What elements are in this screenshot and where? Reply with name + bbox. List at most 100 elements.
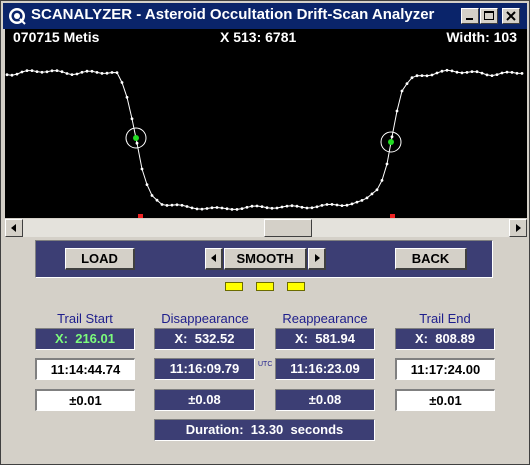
disappearance-time: 11:16:09.79 bbox=[154, 358, 255, 380]
duration-readout: Duration: 13.30 seconds bbox=[154, 419, 375, 441]
light-curve-sample bbox=[60, 70, 64, 74]
light-curve-sample bbox=[285, 204, 289, 208]
light-curve-sample bbox=[165, 204, 169, 207]
light-curve-sample bbox=[205, 207, 209, 210]
light-curve-sample bbox=[185, 205, 189, 208]
light-curve-sample bbox=[435, 71, 439, 75]
trail-start-error: ±0.01 bbox=[35, 389, 135, 411]
horizontal-scrollbar[interactable] bbox=[5, 219, 527, 237]
light-curve-sample bbox=[240, 207, 244, 211]
disappearance-heading: Disappearance bbox=[161, 311, 249, 326]
light-curve-sample bbox=[410, 76, 414, 80]
light-curve-sample bbox=[245, 205, 249, 209]
light-curve-sample bbox=[520, 72, 524, 75]
light-curve-sample bbox=[100, 72, 104, 75]
light-curve-sample bbox=[150, 194, 154, 197]
light-curve-sample bbox=[510, 71, 514, 74]
maximize-button[interactable] bbox=[480, 8, 498, 24]
disappearance-marker[interactable] bbox=[133, 135, 139, 141]
light-curve-sample bbox=[35, 70, 39, 73]
arrow-left-icon bbox=[210, 254, 216, 262]
trail-end-heading: Trail End bbox=[419, 311, 471, 326]
light-curve-sample bbox=[175, 203, 179, 207]
light-curve-sample bbox=[505, 70, 509, 74]
light-curve-sample bbox=[395, 109, 399, 113]
light-curve-sample bbox=[25, 69, 29, 72]
light-curve-sample bbox=[320, 204, 324, 207]
light-curve-sample bbox=[190, 206, 194, 210]
light-curve-sample bbox=[90, 69, 94, 73]
window-title: SCANALYZER - Asteroid Occultation Drift-… bbox=[31, 6, 435, 23]
light-curve-sample bbox=[260, 205, 264, 209]
indicator-led-2 bbox=[256, 282, 274, 291]
scroll-right-button[interactable] bbox=[509, 219, 527, 237]
trail-start-heading: Trail Start bbox=[57, 311, 113, 326]
light-curve-sample bbox=[55, 69, 59, 72]
light-curve-sample bbox=[305, 206, 309, 210]
light-curve-sample bbox=[10, 73, 14, 77]
trail-end-x: X: 808.89 bbox=[395, 328, 495, 350]
light-curve-sample bbox=[210, 206, 214, 210]
arrow-right-icon bbox=[516, 224, 521, 232]
title-bar[interactable]: SCANALYZER - Asteroid Occultation Drift-… bbox=[3, 3, 527, 29]
light-curve-sample bbox=[430, 73, 434, 77]
reappearance-tick bbox=[390, 214, 395, 218]
light-curve-sample bbox=[250, 204, 254, 208]
light-curve-sample bbox=[490, 74, 494, 77]
light-curve-sample bbox=[160, 203, 164, 206]
light-curve-sample bbox=[95, 71, 99, 74]
light-curve-sample bbox=[400, 89, 404, 93]
light-curve-sample bbox=[340, 204, 344, 208]
light-curve-sample bbox=[345, 203, 349, 207]
indicator-led-1 bbox=[225, 282, 243, 291]
close-button[interactable] bbox=[502, 8, 520, 24]
minimize-button[interactable] bbox=[461, 8, 479, 24]
scroll-thumb[interactable] bbox=[264, 219, 312, 237]
light-curve-sample bbox=[350, 202, 354, 206]
light-curve-sample bbox=[390, 135, 394, 139]
back-button[interactable]: BACK bbox=[395, 248, 467, 270]
trail-end-time: 11:17:24.00 bbox=[395, 358, 495, 380]
light-curve-sample bbox=[50, 69, 54, 73]
light-curve-sample bbox=[115, 71, 119, 74]
scroll-left-button[interactable] bbox=[5, 219, 23, 237]
reappearance-error: ±0.08 bbox=[275, 389, 375, 411]
light-curve-sample bbox=[375, 188, 379, 192]
light-curve-sample bbox=[15, 72, 19, 76]
light-curve-sample bbox=[280, 205, 284, 209]
light-curve-sample bbox=[330, 203, 334, 206]
load-button[interactable]: LOAD bbox=[65, 248, 135, 270]
light-curve-sample bbox=[170, 203, 174, 207]
light-curve-sample bbox=[485, 73, 489, 77]
reappearance-marker[interactable] bbox=[388, 139, 394, 145]
light-curve-display[interactable]: 070715 Metis X 513: 6781 Width: 103 bbox=[5, 29, 527, 218]
light-curve-sample bbox=[310, 206, 314, 210]
light-curve-sample bbox=[145, 183, 149, 187]
light-curve-sample bbox=[425, 74, 429, 78]
light-curve-sample bbox=[480, 71, 484, 75]
trail-end-error: ±0.01 bbox=[395, 389, 495, 411]
light-curve-sample bbox=[380, 179, 384, 182]
light-curve-sample bbox=[105, 71, 109, 75]
light-curve-sample bbox=[290, 204, 294, 208]
light-curve-sample bbox=[230, 208, 234, 211]
light-curve-sample bbox=[155, 198, 159, 202]
light-curve-sample bbox=[220, 206, 224, 210]
light-curve-samples bbox=[5, 68, 524, 211]
light-curve-sample bbox=[140, 167, 144, 171]
light-curve-sample bbox=[335, 203, 339, 207]
light-curve-plot[interactable] bbox=[5, 29, 527, 218]
light-curve-sample bbox=[225, 207, 229, 211]
reappearance-heading: Reappearance bbox=[282, 311, 368, 326]
minimize-icon bbox=[466, 18, 473, 20]
smooth-decrease-button[interactable] bbox=[205, 248, 223, 270]
smooth-increase-button[interactable] bbox=[308, 248, 326, 270]
light-curve-sample bbox=[120, 81, 124, 84]
light-curve-sample bbox=[440, 69, 444, 73]
scanalyzer-window: SCANALYZER - Asteroid Occultation Drift-… bbox=[0, 0, 530, 465]
control-panel: LOAD SMOOTH BACK bbox=[35, 240, 493, 278]
light-curve-sample bbox=[235, 208, 239, 211]
smooth-button[interactable]: SMOOTH bbox=[224, 248, 307, 270]
light-curve-sample bbox=[45, 70, 49, 74]
light-curve-sample bbox=[420, 74, 424, 77]
